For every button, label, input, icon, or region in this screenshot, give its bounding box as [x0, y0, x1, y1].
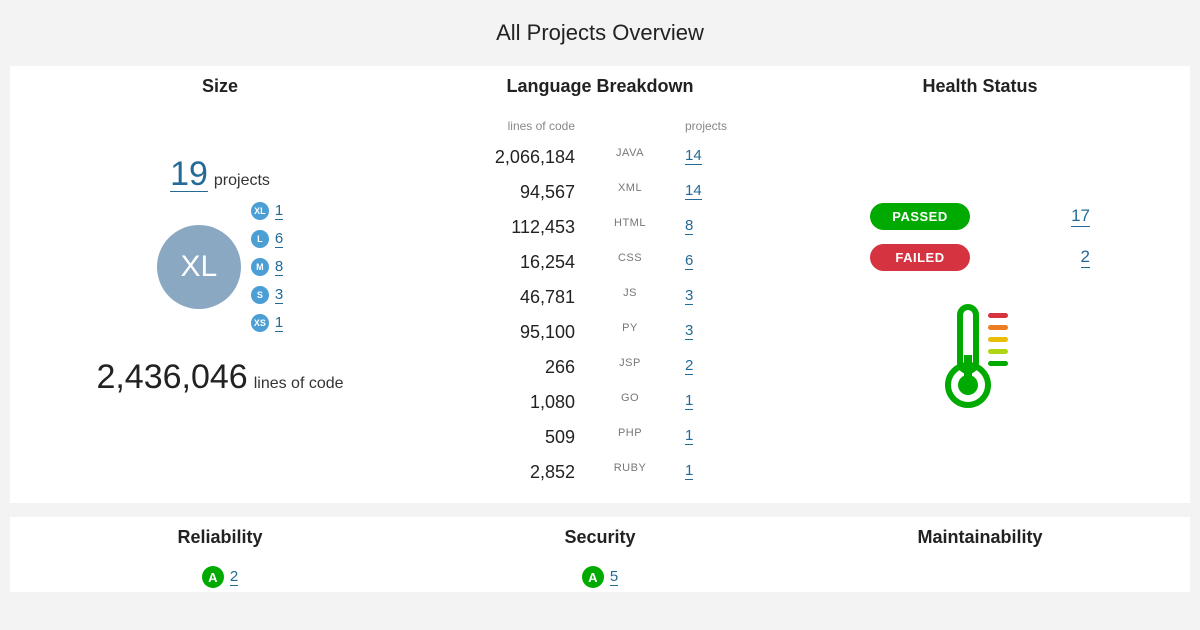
projects-label: projects — [214, 172, 270, 190]
lang-loc-header: lines of code — [455, 119, 575, 133]
lang-projects[interactable]: 14 — [685, 147, 745, 168]
lang-loc: 1,080 — [455, 392, 575, 413]
lang-projects[interactable]: 1 — [685, 462, 745, 483]
health-column: Health Status PASSED 17 FAILED 2 — [790, 76, 1170, 483]
size-badge-m: M — [251, 258, 269, 276]
lang-name: JSP — [595, 357, 665, 378]
lang-projects[interactable]: 6 — [685, 252, 745, 273]
size-badge-xl: XL — [251, 202, 269, 220]
size-bucket[interactable]: S 3 — [251, 286, 283, 304]
thermometer-icon — [940, 299, 1020, 409]
security-rating-row[interactable]: A 5 — [582, 566, 618, 588]
size-bucket-count[interactable]: 6 — [275, 230, 283, 248]
size-bucket[interactable]: M 8 — [251, 258, 283, 276]
overview-panel: Size 19 projects XL XL 1 L 6 — [10, 66, 1190, 503]
health-passed-row[interactable]: PASSED 17 — [870, 203, 1090, 230]
size-heading: Size — [202, 76, 238, 113]
lang-name: GO — [595, 392, 665, 413]
lang-loc: 2,066,184 — [455, 147, 575, 168]
page-title: All Projects Overview — [10, 10, 1190, 62]
failed-count[interactable]: 2 — [1081, 247, 1090, 268]
lang-projects[interactable]: 3 — [685, 322, 745, 343]
rating-badge-a: A — [582, 566, 604, 588]
lang-loc: 2,852 — [455, 462, 575, 483]
health-failed-row[interactable]: FAILED 2 — [870, 244, 1090, 271]
size-bucket[interactable]: L 6 — [251, 230, 283, 248]
reliability-heading: Reliability — [177, 527, 262, 564]
language-table: lines of code projects 2,066,184 JAVA 14… — [455, 119, 745, 483]
lang-name: PHP — [595, 427, 665, 448]
lang-loc: 509 — [455, 427, 575, 448]
language-column: Language Breakdown lines of code project… — [410, 76, 790, 483]
maintainability-column: Maintainability — [790, 527, 1170, 588]
reliability-column: Reliability A 2 — [30, 527, 410, 588]
size-bubble: XL — [157, 225, 241, 309]
size-bucket-count[interactable]: 8 — [275, 258, 283, 276]
size-bucket-count[interactable]: 1 — [275, 314, 283, 332]
loc-total: 2,436,046 — [96, 358, 247, 397]
lang-loc: 112,453 — [455, 217, 575, 238]
passed-count[interactable]: 17 — [1071, 206, 1090, 227]
maintainability-heading: Maintainability — [917, 527, 1042, 564]
size-bucket-count[interactable]: 1 — [275, 202, 283, 220]
lang-name: CSS — [595, 252, 665, 273]
security-column: Security A 5 — [410, 527, 790, 588]
size-badge-s: S — [251, 286, 269, 304]
lang-name: PY — [595, 322, 665, 343]
lang-loc: 46,781 — [455, 287, 575, 308]
size-bucket[interactable]: XS 1 — [251, 314, 283, 332]
security-heading: Security — [564, 527, 635, 564]
security-count[interactable]: 5 — [610, 568, 618, 586]
lang-loc: 94,567 — [455, 182, 575, 203]
quality-panel: Reliability A 2 Security A 5 Maintainabi… — [10, 517, 1190, 592]
lang-projects[interactable]: 1 — [685, 392, 745, 413]
size-bucket[interactable]: XL 1 — [251, 202, 283, 220]
projects-count[interactable]: 19 — [170, 157, 208, 192]
lang-name: HTML — [595, 217, 665, 238]
lang-projects[interactable]: 14 — [685, 182, 745, 203]
lang-projects[interactable]: 3 — [685, 287, 745, 308]
lang-name: JAVA — [595, 147, 665, 168]
size-badge-xs: XS — [251, 314, 269, 332]
lang-name: XML — [595, 182, 665, 203]
lang-projects[interactable]: 2 — [685, 357, 745, 378]
size-bucket-count[interactable]: 3 — [275, 286, 283, 304]
lang-projects[interactable]: 1 — [685, 427, 745, 448]
loc-label: lines of code — [254, 375, 344, 393]
reliability-count[interactable]: 2 — [230, 568, 238, 586]
passed-pill: PASSED — [870, 203, 970, 230]
health-heading: Health Status — [922, 76, 1037, 113]
language-heading: Language Breakdown — [506, 76, 693, 119]
rating-badge-a: A — [202, 566, 224, 588]
size-badge-l: L — [251, 230, 269, 248]
lang-name: RUBY — [595, 462, 665, 483]
reliability-rating-row[interactable]: A 2 — [202, 566, 238, 588]
lang-loc: 266 — [455, 357, 575, 378]
size-bucket-list: XL 1 L 6 M 8 S 3 — [251, 202, 283, 332]
lang-projects[interactable]: 8 — [685, 217, 745, 238]
lang-loc: 95,100 — [455, 322, 575, 343]
lang-proj-header: projects — [685, 119, 745, 133]
failed-pill: FAILED — [870, 244, 970, 271]
lang-loc: 16,254 — [455, 252, 575, 273]
lang-name: JS — [595, 287, 665, 308]
size-column: Size 19 projects XL XL 1 L 6 — [30, 76, 410, 483]
